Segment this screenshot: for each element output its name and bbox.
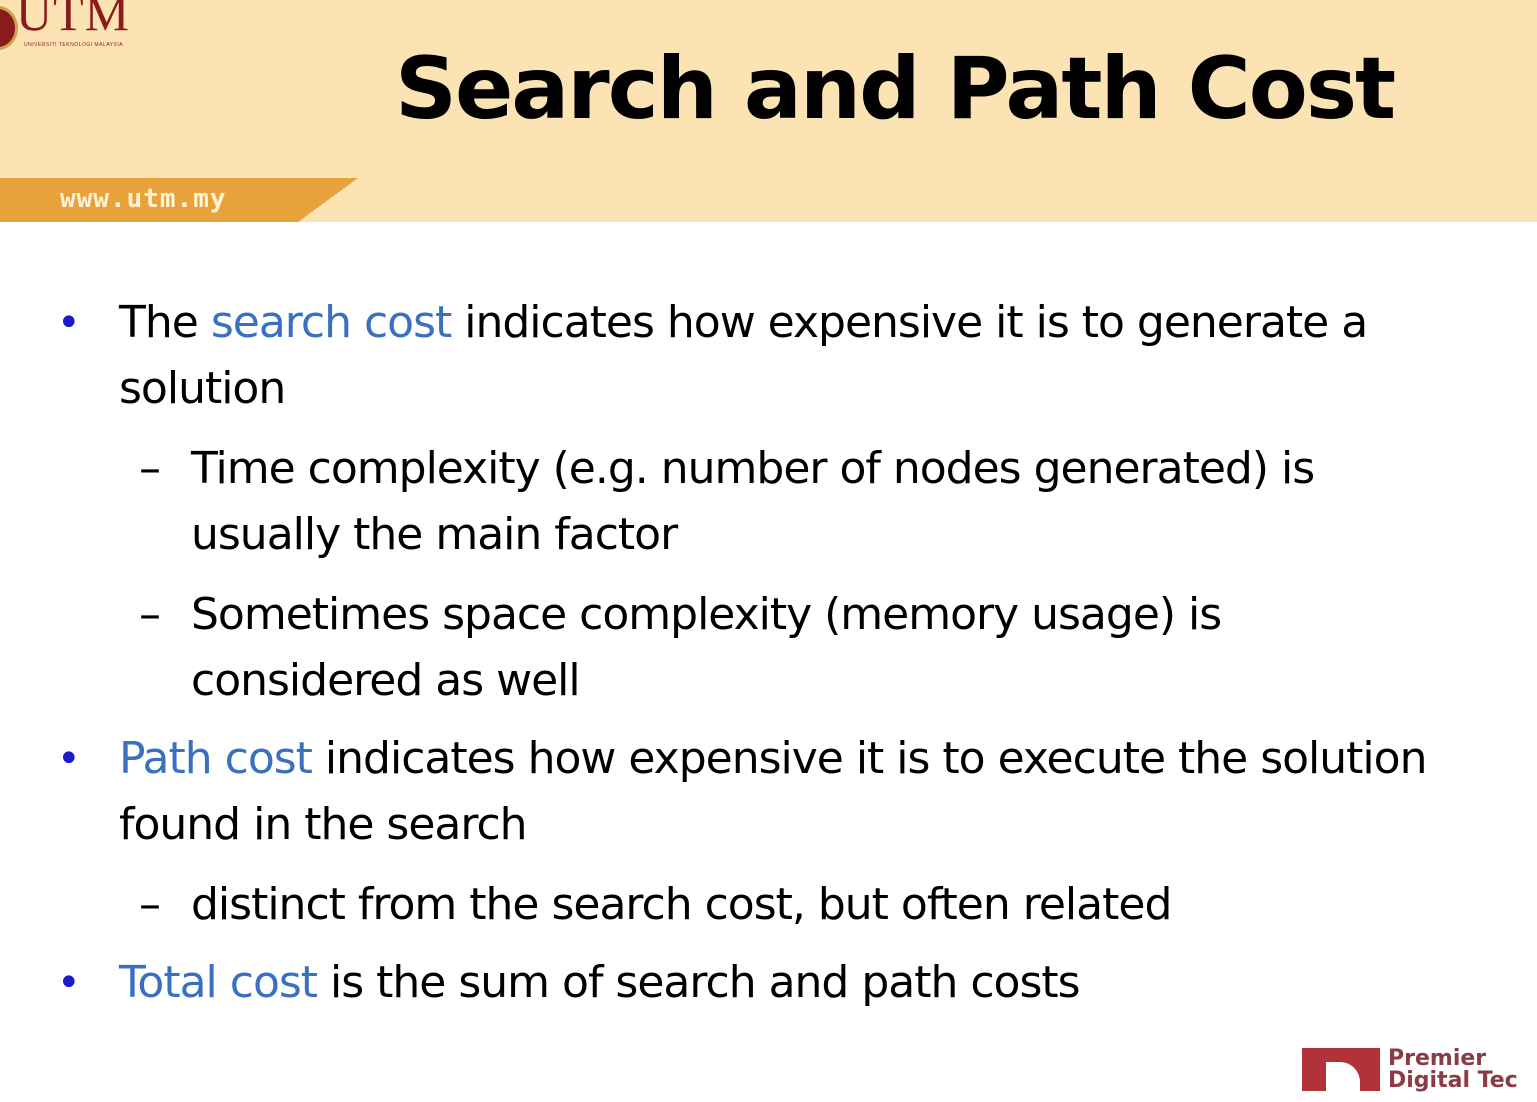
dash-marker: –: [139, 589, 161, 640]
bullet-dot: •: [57, 300, 81, 346]
sub-bullet-text: Sometimes space complexity (memory usage…: [191, 589, 1222, 706]
footer-logo-text: Premier Digital Tec: [1388, 1048, 1518, 1092]
bullet-total-cost: • Total cost is the sum of search and pa…: [57, 950, 1449, 1016]
term-path-cost: Path cost: [119, 733, 313, 784]
term-total-cost: Total cost: [119, 957, 318, 1008]
sub-bullet-time-complexity: – Time complexity (e.g. number of nodes …: [139, 436, 1441, 568]
premier-logo-icon: [1302, 1048, 1380, 1102]
sub-bullet-text: Time complexity (e.g. number of nodes ge…: [191, 443, 1315, 560]
term-search-cost: search cost: [210, 297, 452, 348]
sub-bullet-space-complexity: – Sometimes space complexity (memory usa…: [139, 582, 1441, 714]
footer-line-2: Digital Tec: [1388, 1068, 1518, 1093]
website-url: www.utm.my: [60, 184, 227, 214]
bullet-search-cost: • The search cost indicates how expensiv…: [57, 290, 1449, 422]
slide-title: Search and Path Cost: [395, 39, 1396, 139]
utm-logo-word: UTM: [16, 0, 131, 41]
bullet-dot: •: [57, 960, 81, 1006]
bullet-text-pre: The: [119, 297, 211, 348]
bullet-path-cost: • Path cost indicates how expensive it i…: [57, 726, 1449, 858]
dash-marker: –: [139, 443, 161, 494]
footer-logo: Premier Digital Tec: [1302, 1048, 1537, 1102]
footer-line-1: Premier: [1388, 1046, 1487, 1071]
bullet-text-post: indicates how expensive it is to execute…: [119, 733, 1427, 850]
sub-bullet-text: distinct from the search cost, but often…: [191, 879, 1172, 930]
sub-bullet-distinct: – distinct from the search cost, but oft…: [139, 872, 1441, 938]
bullet-text-post: is the sum of search and path costs: [317, 957, 1081, 1008]
bullet-dot: •: [57, 736, 81, 782]
dash-marker: –: [139, 879, 161, 930]
utm-logo-subtitle: UNIVERSITI TEKNOLOGI MALAYSIA: [24, 42, 124, 48]
